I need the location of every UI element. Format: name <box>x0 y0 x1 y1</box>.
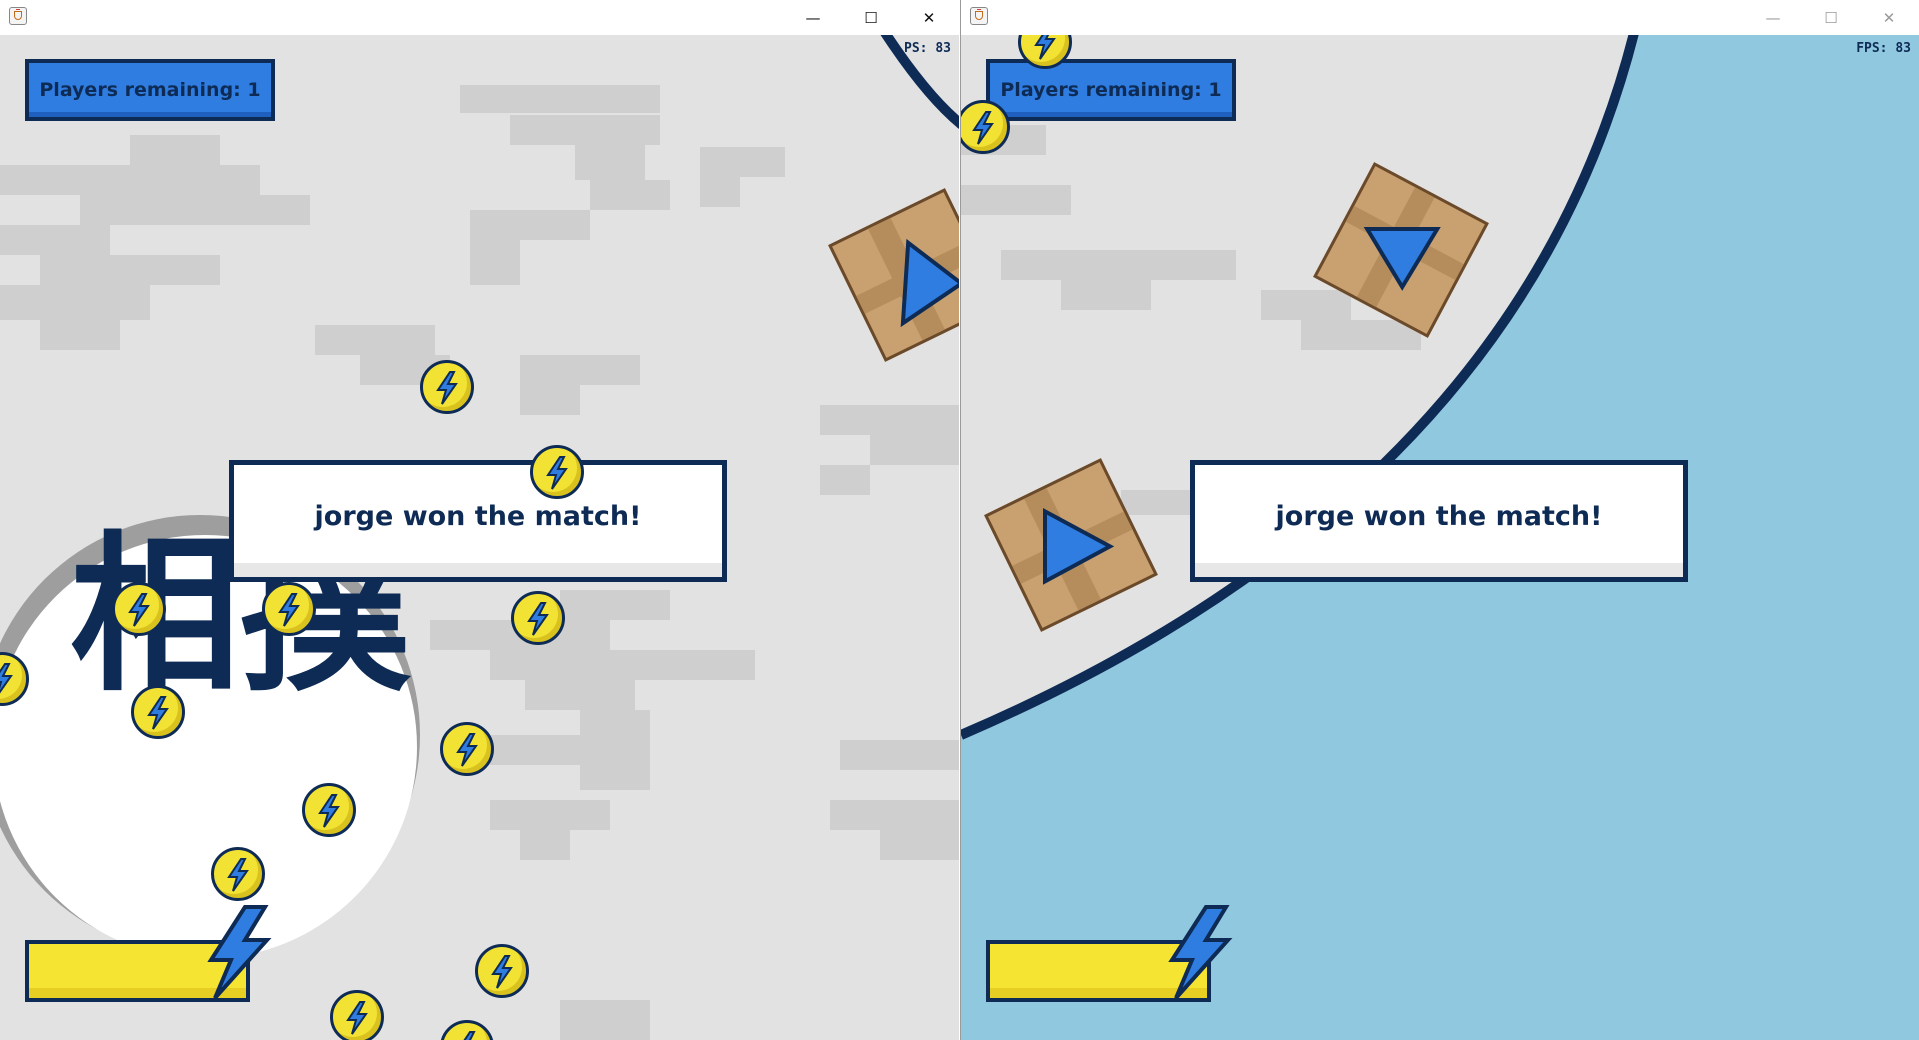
player-triangle-icon <box>1363 227 1441 291</box>
close-button[interactable]: ✕ <box>1860 0 1918 35</box>
lightning-bolt-icon <box>1168 905 1233 1000</box>
lightning-coin-icon[interactable] <box>475 944 529 998</box>
match-result-message: jorge won the match! <box>229 460 727 582</box>
game-canvas[interactable]: Players remaining: 1 FPS: 83 jorge won t… <box>961 35 1919 1040</box>
lightning-coin-icon[interactable] <box>211 847 265 901</box>
lightning-coin-icon[interactable] <box>262 582 316 636</box>
game-canvas[interactable]: 相撲 Players remaining: 1 PS: 83 jorge won… <box>0 35 959 1040</box>
players-remaining-panel: Players remaining: 1 <box>986 59 1236 121</box>
lightning-coin-icon[interactable] <box>112 582 166 636</box>
players-remaining-panel: Players remaining: 1 <box>25 59 275 121</box>
lightning-coin-icon[interactable] <box>131 685 185 739</box>
game-window-left: — ☐ ✕ 相撲 Players remaining: 1 PS: 83 jor… <box>0 0 959 1040</box>
game-window-right: — ☐ ✕ Players remaining: 1 FPS: 83 jorge… <box>960 0 1919 1040</box>
lightning-coin-icon[interactable] <box>440 722 494 776</box>
minimize-button[interactable]: — <box>784 0 842 35</box>
match-result-message: jorge won the match! <box>1190 460 1688 582</box>
title-bar: — ☐ ✕ <box>0 0 959 35</box>
java-app-icon <box>970 7 988 25</box>
player-triangle-icon <box>1043 508 1115 585</box>
maximize-button[interactable]: ☐ <box>842 0 900 35</box>
lightning-bolt-icon <box>207 905 272 1000</box>
lightning-coin-icon[interactable] <box>511 591 565 645</box>
title-bar: — ☐ ✕ <box>961 0 1919 35</box>
fps-counter: FPS: 83 <box>1856 41 1911 56</box>
lightning-coin-icon[interactable] <box>420 360 474 414</box>
close-button[interactable]: ✕ <box>900 0 958 35</box>
maximize-button[interactable]: ☐ <box>1802 0 1860 35</box>
java-app-icon <box>9 7 27 25</box>
minimize-button[interactable]: — <box>1744 0 1802 35</box>
fps-counter: PS: 83 <box>904 41 951 56</box>
lightning-coin-icon[interactable] <box>302 783 356 837</box>
lightning-coin-icon[interactable] <box>330 990 384 1040</box>
lightning-coin-icon[interactable] <box>530 445 584 499</box>
